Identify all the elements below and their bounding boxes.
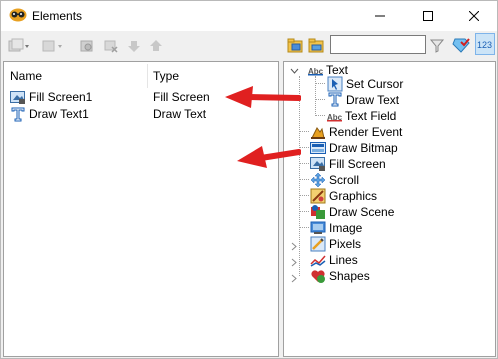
tree-label: Draw Scene: [329, 205, 395, 219]
left-toolbar: [1, 31, 278, 61]
search-input[interactable]: [330, 35, 426, 54]
copy-element-button[interactable]: [41, 37, 65, 55]
window-title: Elements: [32, 9, 83, 23]
column-header-type[interactable]: Type: [153, 69, 179, 83]
row-type: Fill Screen: [153, 90, 210, 104]
filter-button[interactable]: [429, 37, 447, 55]
maximize-icon: [423, 11, 433, 21]
tree-label: Lines: [329, 253, 358, 267]
tree-label: Pixels: [329, 237, 362, 251]
sort-123-icon: 123: [475, 33, 495, 55]
tree-label: Draw Text: [346, 93, 400, 107]
close-icon: [469, 11, 479, 21]
collapse-all-button[interactable]: [308, 37, 326, 55]
tree-label: Fill Screen: [329, 157, 386, 171]
row-name: Draw Text1: [29, 107, 89, 121]
svg-text:123: 123: [477, 40, 492, 50]
tree-label: Render Event: [329, 125, 403, 139]
tree-label: Image: [329, 221, 363, 235]
add-element-button[interactable]: [7, 37, 31, 55]
lines-icon: [310, 252, 326, 268]
close-button[interactable]: [451, 1, 497, 31]
text-abc-icon: Abc: [308, 62, 324, 78]
tree-label: Shapes: [329, 269, 370, 283]
set-cursor-icon: [327, 76, 343, 92]
tree-label: Draw Bitmap: [329, 141, 398, 155]
chevron-right-icon[interactable]: [290, 256, 299, 267]
expand-all-button[interactable]: [287, 37, 305, 55]
image-icon: [310, 220, 326, 236]
chevron-down-icon[interactable]: [290, 65, 299, 74]
fill-screen-icon: [10, 90, 26, 105]
maximize-button[interactable]: [405, 1, 451, 31]
tree-label: Graphics: [329, 189, 378, 203]
copy-element-icon: [42, 40, 62, 52]
minimize-icon: [375, 15, 385, 17]
tree-label: Text: [326, 63, 349, 77]
move-up-button[interactable]: [149, 37, 163, 55]
annotation-arrow-icon: [225, 86, 301, 108]
draw-text-icon: [327, 92, 343, 108]
tree-label: Scroll: [329, 173, 360, 187]
favorite-button[interactable]: [452, 37, 472, 55]
scroll-icon: [310, 172, 326, 188]
draw-bitmap-icon: [310, 140, 326, 156]
row-name: Fill Screen1: [29, 90, 93, 104]
favorite-icon: [452, 38, 470, 53]
app-glasses-icon: [9, 8, 27, 22]
minimize-button[interactable]: [357, 1, 403, 31]
delete-button[interactable]: [103, 37, 119, 55]
shapes-icon: [310, 268, 326, 284]
row-type: Draw Text: [153, 107, 207, 121]
move-down-button[interactable]: [127, 37, 141, 55]
properties-button[interactable]: [79, 37, 95, 55]
delete-icon: [104, 40, 118, 53]
chevron-right-icon[interactable]: [290, 240, 299, 251]
move-up-icon: [150, 40, 162, 51]
tree-label: Text Field: [345, 109, 397, 123]
collapse-all-icon: [308, 38, 324, 53]
add-element-icon: [8, 38, 29, 52]
element-types-tree: Abc Text Set Cursor Draw Text Abc Text F…: [283, 61, 496, 357]
right-toolbar: 123: [283, 31, 497, 61]
move-down-icon: [128, 41, 140, 52]
elements-window: Elements Name Type Fill Screen1 Fill Scr…: [0, 0, 498, 359]
chevron-right-icon[interactable]: [290, 272, 299, 283]
filter-icon: [429, 39, 445, 53]
title-bar[interactable]: Elements: [1, 1, 497, 31]
annotation-arrow-icon: [237, 146, 301, 168]
draw-scene-icon: [310, 204, 326, 220]
render-event-icon: [310, 124, 326, 140]
sort-123-button[interactable]: 123: [475, 33, 495, 55]
tree-label: Set Cursor: [346, 77, 404, 91]
column-header-name[interactable]: Name: [10, 69, 42, 83]
graphics-icon: [310, 188, 326, 204]
fill-screen-icon: [310, 156, 326, 172]
pixels-icon: [310, 236, 326, 252]
expand-all-icon: [287, 38, 303, 53]
text-field-icon: Abc: [327, 108, 343, 124]
draw-text-icon: [10, 107, 26, 122]
properties-icon: [80, 40, 93, 52]
column-separator[interactable]: [147, 64, 148, 88]
